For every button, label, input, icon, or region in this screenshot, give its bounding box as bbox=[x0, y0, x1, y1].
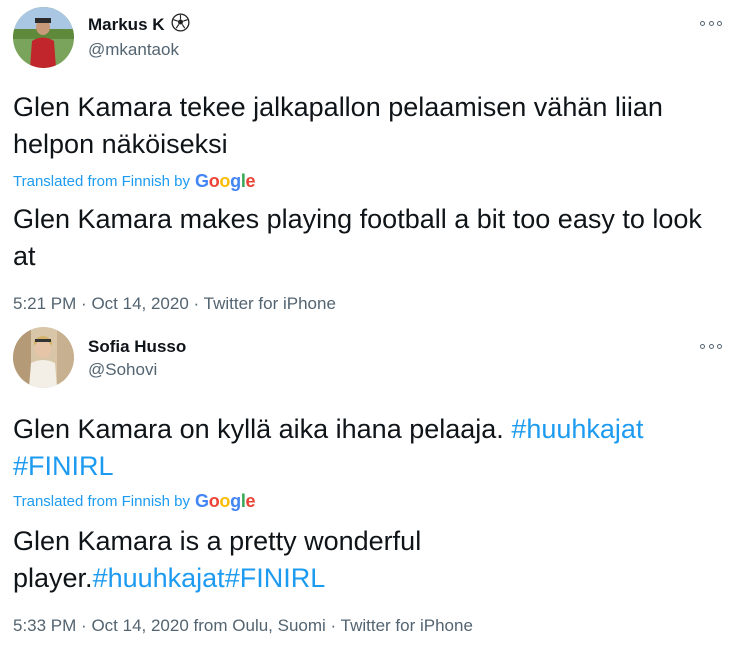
translated-text: Glen Kamara is a pretty wonderful player… bbox=[13, 526, 422, 593]
tweet-text: Glen Kamara on kyllä aika ihana pelaaja.… bbox=[13, 414, 644, 481]
translation-attribution: Translated from Finnish by Google bbox=[13, 491, 256, 512]
display-name-text: Sofia Husso bbox=[88, 337, 187, 356]
more-options-icon[interactable] bbox=[700, 15, 722, 31]
tweet-text: Glen Kamara tekee jalkapallon pelaamisen… bbox=[13, 92, 663, 159]
translation-attribution: Translated from Finnish by Google bbox=[13, 171, 256, 192]
user-handle[interactable]: @Sohovi bbox=[88, 360, 157, 380]
display-name[interactable]: Markus K bbox=[88, 13, 190, 37]
tweet-location[interactable]: Oulu, Suomi bbox=[232, 616, 326, 635]
hashtag-link[interactable]: #huuhkajat bbox=[93, 563, 225, 593]
translation-label: Translated from Finnish by bbox=[13, 493, 191, 510]
google-logo[interactable]: Google bbox=[195, 491, 256, 512]
display-name[interactable]: Sofia Husso bbox=[88, 337, 186, 357]
hashtag-link[interactable]: #huuhkajat bbox=[511, 414, 643, 444]
tweet-time[interactable]: 5:21 PM · Oct 14, 2020 bbox=[13, 294, 189, 313]
avatar[interactable] bbox=[13, 327, 74, 388]
google-logo[interactable]: Google bbox=[195, 171, 256, 192]
hashtag-link[interactable]: #FINIRL bbox=[13, 451, 114, 481]
tweet-2: Sofia Husso @Sohovi Glen Kamara on kyllä… bbox=[0, 320, 750, 649]
soccer-ball-icon bbox=[171, 13, 190, 37]
avatar[interactable] bbox=[13, 7, 74, 68]
hashtag-link[interactable]: #FINIRL bbox=[225, 563, 326, 593]
tweet-source[interactable]: Twitter for iPhone bbox=[341, 616, 473, 635]
user-handle[interactable]: @mkantaok bbox=[88, 40, 179, 60]
tweet-1: Markus K @mkantaok Glen Kamara tekee jal… bbox=[0, 0, 750, 320]
tweet-time[interactable]: 5:33 PM · Oct 14, 2020 bbox=[13, 616, 189, 635]
more-options-icon[interactable] bbox=[700, 338, 722, 354]
tweet-metadata: 5:33 PM · Oct 14, 2020 from Oulu, Suomi … bbox=[13, 616, 473, 635]
display-name-text: Markus K bbox=[88, 15, 165, 34]
translated-text: Glen Kamara makes playing football a bit… bbox=[13, 204, 702, 271]
tweet-source[interactable]: Twitter for iPhone bbox=[204, 294, 336, 313]
translation-label: Translated from Finnish by bbox=[13, 173, 191, 190]
tweet-metadata: 5:21 PM · Oct 14, 2020 · Twitter for iPh… bbox=[13, 294, 336, 313]
